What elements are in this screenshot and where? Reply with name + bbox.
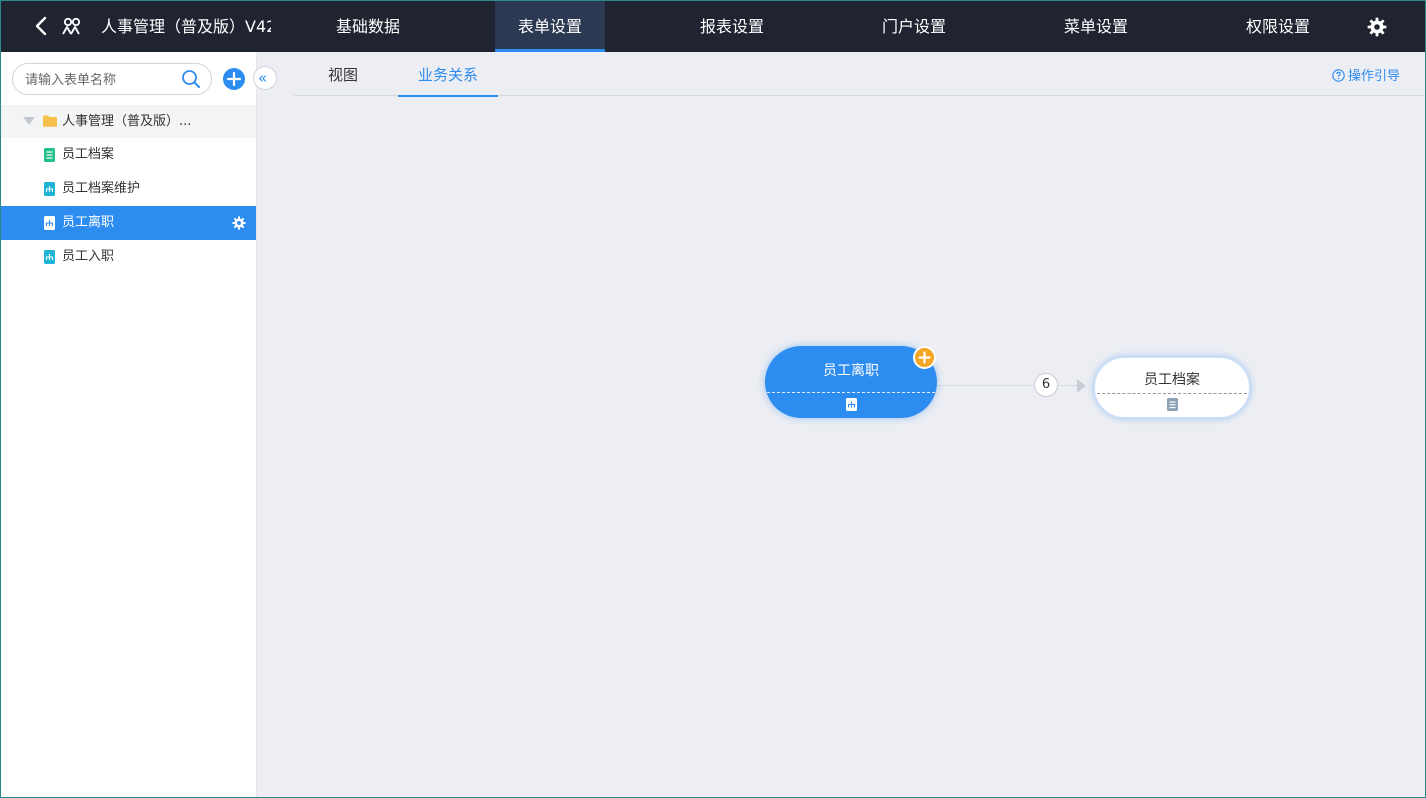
tree-folder-label: 人事管理（普及版）... (62, 114, 192, 129)
graph-node-target[interactable]: 员工档案 (1094, 357, 1250, 418)
search-icon[interactable] (181, 69, 201, 89)
search-box (12, 63, 212, 95)
app-window: 人事管理（普及版）V42 基础数据 表单设置 报表设置 门户设置 菜单设置 权限… (0, 0, 1426, 798)
gear-icon[interactable] (232, 216, 246, 230)
nav-tab-form-settings[interactable]: 表单设置 (495, 1, 605, 52)
flow-doc-icon (44, 182, 55, 196)
tab-business-relation[interactable]: 业务关系 (398, 52, 498, 97)
node-divider (767, 392, 935, 393)
chevron-left-icon[interactable] (31, 15, 53, 37)
search-input[interactable] (25, 64, 185, 94)
app-title: 人事管理（普及版）V42 (101, 17, 271, 36)
graph-node-label: 员工离职 (823, 363, 879, 379)
app-logo-icon (62, 17, 81, 35)
plus-icon (918, 351, 931, 364)
add-form-icon[interactable] (222, 67, 246, 91)
folder-icon (43, 115, 57, 127)
nav-tab-portal-settings[interactable]: 门户设置 (859, 1, 969, 52)
gear-icon[interactable] (1367, 17, 1387, 37)
operation-guide-link[interactable]: 操作引导 (1332, 65, 1400, 84)
nav-tab-report-settings[interactable]: 报表设置 (677, 1, 787, 52)
graph-node-label: 员工档案 (1144, 372, 1200, 388)
graph-node-source[interactable]: 员工离职 (765, 346, 937, 418)
tab-view[interactable]: 视图 (308, 52, 378, 96)
add-relation-button[interactable] (913, 346, 936, 369)
form-doc-icon (44, 148, 55, 162)
tree-item-employee-file-maintenance[interactable]: 员工档案维护 (1, 172, 256, 206)
relation-connector (937, 385, 1085, 386)
relation-count-badge[interactable]: 6 (1034, 373, 1058, 397)
tree-item-employee-file[interactable]: 员工档案 (1, 138, 256, 172)
nav-tab-permission-settings[interactable]: 权限设置 (1223, 1, 1333, 52)
arrow-right-icon (1077, 379, 1086, 393)
double-chevron-left-icon: « (258, 69, 268, 87)
node-divider (1097, 393, 1247, 394)
collapse-sidebar-button[interactable]: « (253, 66, 277, 90)
tree-item-label: 员工入职 (62, 249, 115, 264)
nav-tab-basic-data[interactable]: 基础数据 (313, 1, 423, 52)
flow-doc-icon (44, 216, 55, 230)
tree-item-employee-onboarding[interactable]: 员工入职 (1, 240, 256, 274)
top-nav-bar: 人事管理（普及版）V42 基础数据 表单设置 报表设置 门户设置 菜单设置 权限… (1, 1, 1425, 52)
operation-guide-label: 操作引导 (1348, 69, 1401, 84)
tree-item-label: 员工档案维护 (62, 181, 141, 196)
flow-doc-icon (44, 250, 55, 264)
tree-folder[interactable]: 人事管理（普及版）... (1, 105, 256, 138)
help-circle-icon (1332, 69, 1345, 82)
flow-doc-icon (846, 398, 857, 411)
sidebar: 人事管理（普及版）... 员工档案 员工档案维护 员工离职 (1, 52, 257, 797)
form-doc-icon (1167, 398, 1178, 411)
nav-tab-menu-settings[interactable]: 菜单设置 (1041, 1, 1151, 52)
tree-item-label: 员工离职 (62, 215, 115, 230)
tree-item-employee-resignation[interactable]: 员工离职 (1, 206, 256, 240)
caret-down-icon[interactable] (23, 117, 35, 125)
main-tab-bar: 视图 业务关系 (294, 52, 1425, 97)
tree-item-label: 员工档案 (62, 147, 115, 162)
